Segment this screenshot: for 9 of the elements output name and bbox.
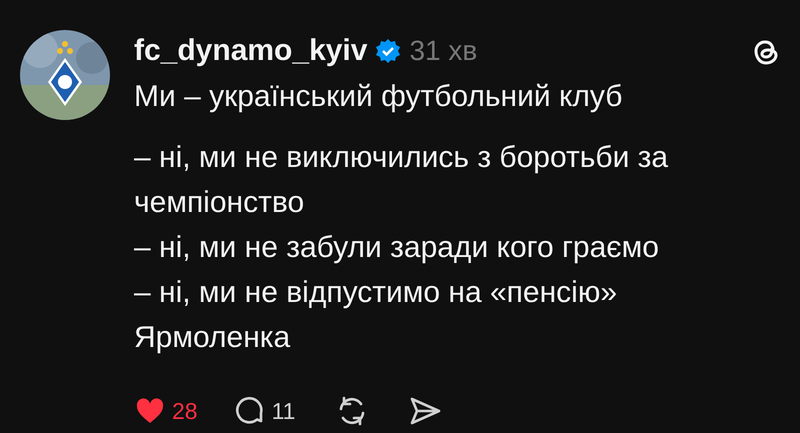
post-text-line: – ні, ми не забули заради кого граємо	[134, 230, 660, 266]
like-button[interactable]: 28	[134, 394, 198, 428]
post-text-line: – ні, ми не виключились з боротьби за чемпіонство	[134, 140, 670, 221]
username[interactable]: fc_dynamo_kyiv	[134, 33, 368, 69]
send-icon	[409, 396, 442, 426]
post-text-line: – ні, ми не відпустимо на «пенсію» Ярмоленка	[134, 275, 618, 356]
post-time: 31 хв	[409, 34, 478, 68]
reply-button[interactable]: 11	[234, 394, 296, 428]
post-text: Ми – український футбольний клуб	[134, 79, 622, 115]
